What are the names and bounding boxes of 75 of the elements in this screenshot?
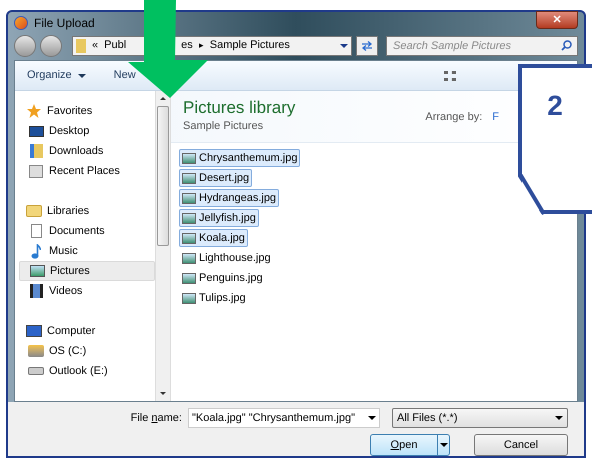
organize-button[interactable]: Organize <box>27 67 86 84</box>
drive-icon <box>28 345 44 357</box>
separator-icon: ▸ <box>198 38 204 52</box>
image-file-icon <box>182 212 196 224</box>
forward-button[interactable] <box>40 34 62 57</box>
file-item[interactable]: Desert.jpg <box>179 169 252 187</box>
nav-item[interactable]: Outlook (E:) <box>19 361 155 381</box>
scroll-thumb[interactable] <box>157 106 169 246</box>
file-item[interactable]: Jellyfish.jpg <box>179 209 259 227</box>
nav-group-label[interactable]: Computer <box>47 322 96 340</box>
image-file-icon <box>182 172 196 184</box>
library-title: Pictures library <box>183 97 296 118</box>
scroll-down-icon <box>160 392 166 395</box>
file-name-field[interactable]: "Koala.jpg" "Chrysanthemum.jpg" <box>188 408 380 428</box>
close-button[interactable]: ✕ <box>536 10 578 29</box>
document-icon <box>30 224 42 238</box>
address-prefix: « <box>92 38 98 54</box>
star-icon <box>27 104 41 118</box>
open-button[interactable]: Open <box>370 434 450 456</box>
monitor-icon <box>28 126 44 136</box>
dropdown-icon <box>555 416 563 420</box>
image-file-icon <box>182 232 196 244</box>
file-item[interactable]: Chrysanthemum.jpg <box>179 149 300 167</box>
computer-icon <box>26 325 42 337</box>
nav-item[interactable]: Downloads <box>19 141 155 161</box>
image-file-icon <box>182 152 196 164</box>
breadcrumb-item[interactable]: es <box>181 37 193 54</box>
dropdown-icon <box>340 44 348 48</box>
cancel-button[interactable]: Cancel <box>474 434 568 456</box>
file-item[interactable]: Lighthouse.jpg <box>179 249 274 267</box>
picture-icon <box>30 265 44 277</box>
nav-item[interactable]: Videos <box>19 281 155 301</box>
nav-group-label[interactable]: Favorites <box>47 102 92 120</box>
image-file-icon <box>182 192 196 204</box>
nav-item[interactable]: Music <box>19 241 155 261</box>
dropdown-icon <box>437 435 449 455</box>
folder-icon <box>26 205 42 217</box>
dropdown-icon <box>368 416 376 420</box>
file-item[interactable]: Tulips.jpg <box>179 289 249 307</box>
nav-item[interactable]: OS (C:) <box>19 341 155 361</box>
nav-group-label[interactable]: Libraries <box>47 202 90 220</box>
view-options-icon <box>444 70 456 80</box>
arrange-dropdown[interactable]: F <box>492 109 499 126</box>
nav-item[interactable]: Desktop <box>19 121 155 141</box>
image-file-icon <box>182 272 196 284</box>
file-type-dropdown[interactable]: All Files (*.*) <box>392 408 568 428</box>
breadcrumb-item[interactable]: Publ <box>104 37 126 54</box>
window-title: File Upload <box>34 14 95 32</box>
folder-icon <box>30 144 42 158</box>
folder-icon <box>76 38 86 53</box>
caret-icon <box>78 74 86 78</box>
refresh-button[interactable] <box>356 36 378 56</box>
library-subtitle: Sample Pictures <box>183 119 264 134</box>
arrange-label: Arrange by: <box>425 110 482 125</box>
refresh-arrows-icon <box>361 40 373 51</box>
image-file-icon <box>182 252 196 264</box>
nav-item[interactable]: Documents <box>19 221 155 241</box>
search-field[interactable]: Search Sample Pictures <box>386 36 578 56</box>
browser-logo-icon <box>14 16 28 30</box>
search-icon <box>561 40 572 51</box>
file-item[interactable]: Penguins.jpg <box>179 269 266 287</box>
film-icon <box>30 284 42 298</box>
music-note-icon <box>31 244 41 258</box>
step-number: 2 <box>547 92 563 123</box>
drive-icon <box>28 367 44 375</box>
nav-item[interactable]: Pictures <box>19 261 155 281</box>
file-item[interactable]: Koala.jpg <box>179 229 248 247</box>
file-item[interactable]: Hydrangeas.jpg <box>179 189 280 207</box>
image-file-icon <box>182 292 196 304</box>
breadcrumb-item[interactable]: Sample Pictures <box>210 37 290 54</box>
nav-item[interactable]: Recent Places <box>19 161 155 181</box>
file-name-label: File name: <box>130 410 182 426</box>
new-folder-button[interactable]: New <box>114 67 136 84</box>
recent-places-icon <box>29 164 43 178</box>
back-button[interactable] <box>14 34 36 57</box>
